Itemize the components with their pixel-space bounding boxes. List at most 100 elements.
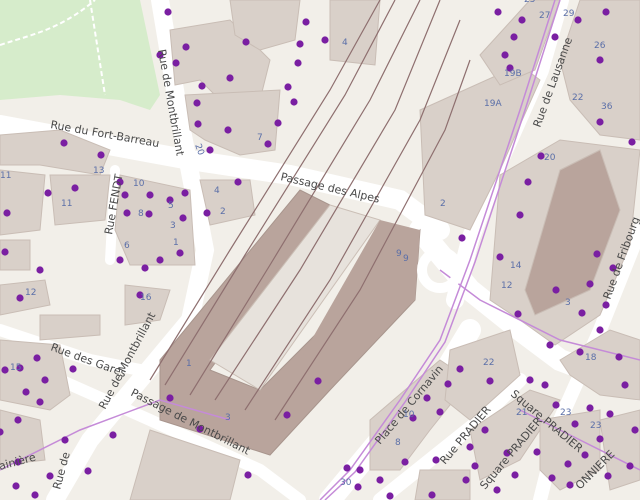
address-marker[interactable]	[615, 353, 623, 361]
address-marker[interactable]	[578, 309, 586, 317]
address-marker[interactable]	[501, 51, 509, 59]
address-marker[interactable]	[244, 471, 252, 479]
address-marker[interactable]	[145, 210, 153, 218]
address-marker[interactable]	[302, 18, 310, 26]
address-marker[interactable]	[511, 471, 519, 479]
address-marker[interactable]	[36, 266, 44, 274]
address-marker[interactable]	[203, 209, 211, 217]
address-marker[interactable]	[172, 59, 180, 67]
address-marker[interactable]	[552, 286, 560, 294]
address-marker[interactable]	[602, 8, 610, 16]
address-marker[interactable]	[146, 191, 154, 199]
address-marker[interactable]	[284, 83, 292, 91]
address-marker[interactable]	[294, 59, 302, 67]
address-marker[interactable]	[33, 354, 41, 362]
address-marker[interactable]	[526, 376, 534, 384]
address-marker[interactable]	[551, 33, 559, 41]
address-marker[interactable]	[574, 16, 582, 24]
address-marker[interactable]	[12, 482, 20, 490]
address-marker[interactable]	[496, 253, 504, 261]
address-marker[interactable]	[22, 388, 30, 396]
address-marker[interactable]	[576, 348, 584, 356]
address-marker[interactable]	[44, 189, 52, 197]
address-marker[interactable]	[193, 99, 201, 107]
address-marker[interactable]	[462, 476, 470, 484]
address-marker[interactable]	[493, 486, 501, 494]
address-marker[interactable]	[593, 250, 601, 258]
address-marker[interactable]	[564, 460, 572, 468]
address-marker[interactable]	[166, 394, 174, 402]
address-marker[interactable]	[164, 8, 172, 16]
address-marker[interactable]	[481, 426, 489, 434]
address-marker[interactable]	[224, 126, 232, 134]
address-marker[interactable]	[3, 209, 11, 217]
address-marker[interactable]	[181, 189, 189, 197]
address-marker[interactable]	[546, 341, 554, 349]
address-marker[interactable]	[198, 82, 206, 90]
map-view[interactable]: Rue du Fort-Barreau Rue de Montbrillant …	[0, 0, 640, 500]
address-marker[interactable]	[97, 151, 105, 159]
address-marker[interactable]	[60, 139, 68, 147]
address-marker[interactable]	[264, 140, 272, 148]
map-canvas[interactable]: Rue du Fort-Barreau Rue de Montbrillant …	[0, 0, 640, 500]
address-marker[interactable]	[486, 377, 494, 385]
address-marker[interactable]	[61, 436, 69, 444]
address-marker[interactable]	[242, 38, 250, 46]
address-marker[interactable]	[494, 8, 502, 16]
address-marker[interactable]	[466, 443, 474, 451]
address-marker[interactable]	[16, 294, 24, 302]
address-marker[interactable]	[226, 74, 234, 82]
address-marker[interactable]	[386, 492, 394, 500]
address-marker[interactable]	[471, 462, 479, 470]
address-marker[interactable]	[524, 178, 532, 186]
address-marker[interactable]	[596, 118, 604, 126]
address-marker[interactable]	[194, 120, 202, 128]
address-marker[interactable]	[401, 458, 409, 466]
address-marker[interactable]	[552, 401, 560, 409]
address-marker[interactable]	[621, 381, 629, 389]
address-marker[interactable]	[206, 146, 214, 154]
address-marker[interactable]	[234, 178, 242, 186]
address-marker[interactable]	[596, 56, 604, 64]
address-marker[interactable]	[626, 462, 634, 470]
address-marker[interactable]	[296, 40, 304, 48]
address-marker[interactable]	[1, 248, 9, 256]
address-marker[interactable]	[156, 256, 164, 264]
address-marker[interactable]	[533, 448, 541, 456]
address-marker[interactable]	[356, 466, 364, 474]
address-marker[interactable]	[84, 467, 92, 475]
address-marker[interactable]	[116, 256, 124, 264]
address-marker[interactable]	[596, 435, 604, 443]
address-marker[interactable]	[14, 416, 22, 424]
address-marker[interactable]	[354, 483, 362, 491]
address-marker[interactable]	[71, 184, 79, 192]
address-marker[interactable]	[604, 472, 612, 480]
address-marker[interactable]	[343, 464, 351, 472]
address-marker[interactable]	[36, 398, 44, 406]
address-marker[interactable]	[458, 234, 466, 242]
address-marker[interactable]	[602, 301, 610, 309]
address-marker[interactable]	[182, 43, 190, 51]
address-marker[interactable]	[436, 408, 444, 416]
address-marker[interactable]	[518, 16, 526, 24]
address-marker[interactable]	[179, 214, 187, 222]
address-marker[interactable]	[1, 366, 9, 374]
address-marker[interactable]	[586, 404, 594, 412]
address-marker[interactable]	[274, 119, 282, 127]
address-marker[interactable]	[41, 376, 49, 384]
address-marker[interactable]	[631, 426, 639, 434]
address-marker[interactable]	[31, 491, 39, 499]
address-marker[interactable]	[290, 98, 298, 106]
address-marker[interactable]	[516, 211, 524, 219]
address-marker[interactable]	[109, 431, 117, 439]
address-marker[interactable]	[69, 365, 77, 373]
address-marker[interactable]	[596, 326, 604, 334]
address-marker[interactable]	[283, 411, 291, 419]
address-marker[interactable]	[586, 280, 594, 288]
address-marker[interactable]	[510, 33, 518, 41]
address-marker[interactable]	[571, 420, 579, 428]
address-marker[interactable]	[514, 310, 522, 318]
address-marker[interactable]	[321, 36, 329, 44]
address-marker[interactable]	[141, 264, 149, 272]
address-marker[interactable]	[456, 365, 464, 373]
